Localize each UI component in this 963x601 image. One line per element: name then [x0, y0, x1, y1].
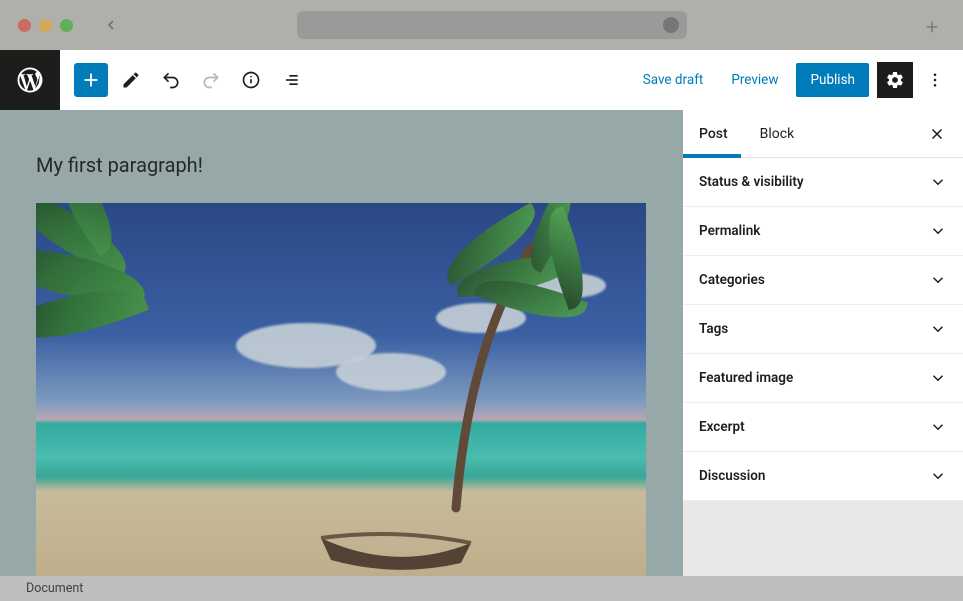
palm-left	[36, 203, 186, 353]
chevron-down-icon	[929, 467, 947, 485]
list-outline-icon	[280, 69, 302, 91]
chevron-down-icon	[929, 271, 947, 289]
tab-post[interactable]: Post	[683, 110, 744, 158]
new-tab-icon[interactable]	[923, 18, 941, 36]
boat	[316, 518, 476, 573]
section-label: Permalink	[699, 223, 760, 239]
details-button[interactable]	[234, 63, 268, 97]
undo-button[interactable]	[154, 63, 188, 97]
chevron-down-icon	[929, 418, 947, 436]
section-permalink[interactable]: Permalink	[683, 207, 963, 256]
editor-toolbar: Save draft Preview Publish	[60, 50, 963, 110]
more-options-button[interactable]	[921, 62, 949, 98]
image-block[interactable]	[36, 203, 646, 576]
chevron-down-icon	[929, 222, 947, 240]
chevron-down-icon	[929, 369, 947, 387]
section-excerpt[interactable]: Excerpt	[683, 403, 963, 452]
chevron-down-icon	[929, 320, 947, 338]
breadcrumb-item[interactable]: Document	[26, 581, 83, 596]
paragraph-block[interactable]: My first paragraph!	[36, 153, 203, 177]
section-label: Categories	[699, 272, 765, 288]
close-sidebar-button[interactable]	[923, 120, 951, 148]
section-label: Discussion	[699, 468, 765, 484]
preview-button[interactable]: Preview	[721, 64, 788, 96]
settings-button[interactable]	[877, 62, 913, 98]
wordpress-logo-icon[interactable]	[0, 50, 60, 110]
redo-icon	[200, 69, 222, 91]
section-label: Excerpt	[699, 419, 745, 435]
sidebar-tabs: Post Block	[683, 110, 963, 158]
section-label: Featured image	[699, 370, 793, 386]
section-label: Tags	[699, 321, 728, 337]
traffic-minimize-icon[interactable]	[39, 19, 52, 32]
section-discussion[interactable]: Discussion	[683, 452, 963, 501]
traffic-zoom-icon[interactable]	[60, 19, 73, 32]
palm-right	[416, 203, 616, 543]
section-categories[interactable]: Categories	[683, 256, 963, 305]
add-block-button[interactable]	[74, 63, 108, 97]
section-status-visibility[interactable]: Status & visibility	[683, 158, 963, 207]
mac-titlebar	[0, 0, 963, 50]
section-label: Status & visibility	[699, 174, 804, 190]
redo-button	[194, 63, 228, 97]
chevron-down-icon	[929, 173, 947, 191]
section-featured-image[interactable]: Featured image	[683, 354, 963, 403]
edit-mode-button[interactable]	[114, 63, 148, 97]
tab-underline	[683, 154, 741, 158]
outline-button[interactable]	[274, 63, 308, 97]
address-bar[interactable]	[297, 11, 687, 39]
back-icon[interactable]	[103, 17, 119, 33]
undo-icon	[160, 69, 182, 91]
pencil-icon	[120, 69, 142, 91]
tab-block[interactable]: Block	[744, 110, 811, 158]
settings-sidebar: Post Block Status & visibility Permalink…	[683, 110, 963, 576]
info-icon	[240, 69, 262, 91]
reader-icon[interactable]	[663, 17, 679, 33]
publish-button[interactable]: Publish	[796, 63, 869, 97]
section-tags[interactable]: Tags	[683, 305, 963, 354]
save-draft-button[interactable]: Save draft	[633, 64, 714, 96]
breadcrumb-bar: Document	[0, 576, 963, 601]
traffic-close-icon[interactable]	[18, 19, 31, 32]
